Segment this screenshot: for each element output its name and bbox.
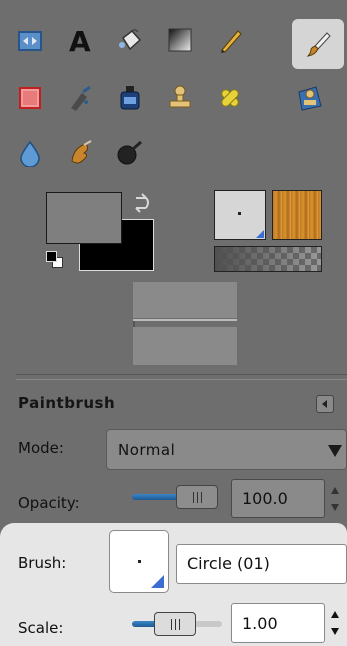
opacity-label: Opacity: <box>18 494 80 512</box>
align-icon <box>18 31 42 51</box>
scale-slider-thumb[interactable] <box>154 612 196 636</box>
clone-stamp-icon <box>169 85 191 108</box>
gradient-indicator[interactable] <box>214 246 322 272</box>
brush-label: Brush: <box>18 554 67 572</box>
opacity-spinbox[interactable]: 100.0 <box>231 479 325 518</box>
blur-sharpen-tool[interactable] <box>12 135 48 171</box>
foreground-color-swatch[interactable] <box>46 192 122 244</box>
brush-name-field[interactable]: Circle (01) <box>176 544 347 584</box>
scale-spinbox[interactable]: 1.00 <box>231 603 325 643</box>
blend-tool[interactable] <box>162 22 198 58</box>
smudge-tool[interactable] <box>62 135 98 171</box>
paintbrush-icon <box>306 32 331 57</box>
chevron-left-icon <box>322 400 327 408</box>
svg-text:A: A <box>69 26 91 54</box>
brush-preview-button[interactable] <box>109 530 169 593</box>
eraser-icon <box>19 87 41 109</box>
spin-arrows-icon <box>331 611 339 635</box>
healing-icon <box>221 89 239 107</box>
ink-tool[interactable] <box>112 80 148 116</box>
mode-select-value: Normal <box>118 440 176 459</box>
pattern-indicator[interactable] <box>272 190 322 240</box>
clone-tool[interactable] <box>162 80 198 116</box>
opacity-slider-thumb[interactable] <box>176 485 218 509</box>
swap-colors-icon[interactable] <box>132 192 154 218</box>
dodge-burn-icon <box>117 140 142 165</box>
dropdown-arrow-icon <box>328 445 342 457</box>
text-icon: A <box>69 26 91 54</box>
bucket-fill-tool[interactable] <box>112 22 148 58</box>
mode-label: Mode: <box>18 439 64 457</box>
opacity-spin-arrows[interactable] <box>326 482 344 516</box>
spin-arrows-icon <box>331 487 339 511</box>
eraser-tool[interactable] <box>12 80 48 116</box>
align-tool[interactable] <box>12 23 48 59</box>
water-drop-icon <box>20 140 40 167</box>
pencil-tool[interactable] <box>212 22 248 58</box>
healing-tool[interactable] <box>212 80 248 116</box>
gradient-icon <box>168 28 192 52</box>
perspective-clone-tool[interactable] <box>292 80 328 116</box>
scale-spin-arrows[interactable] <box>326 606 344 640</box>
ink-icon <box>120 86 140 110</box>
smudge-icon <box>71 140 92 164</box>
brush-name-value: Circle (01) <box>187 554 270 573</box>
brush-indicator[interactable] <box>214 190 266 240</box>
perspective-clone-icon <box>298 86 322 111</box>
airbrush-tool[interactable] <box>62 80 98 116</box>
tool-options-title: Paintbrush <box>18 394 116 412</box>
brush-dot-icon <box>138 560 141 563</box>
panel-menu-button[interactable] <box>316 395 334 413</box>
mode-select[interactable]: Normal <box>106 429 347 470</box>
scale-label: Scale: <box>18 619 64 637</box>
bucket-icon <box>119 29 142 51</box>
scale-value: 1.00 <box>242 613 278 633</box>
dodge-burn-tool[interactable] <box>112 135 148 171</box>
pane-separator[interactable] <box>16 374 347 380</box>
text-tool[interactable]: A <box>62 22 98 58</box>
brush-dot-icon <box>238 212 241 215</box>
pencil-icon <box>221 30 242 53</box>
paintbrush-tool[interactable] <box>292 19 344 69</box>
opacity-value: 100.0 <box>242 489 288 508</box>
airbrush-icon <box>71 85 91 111</box>
